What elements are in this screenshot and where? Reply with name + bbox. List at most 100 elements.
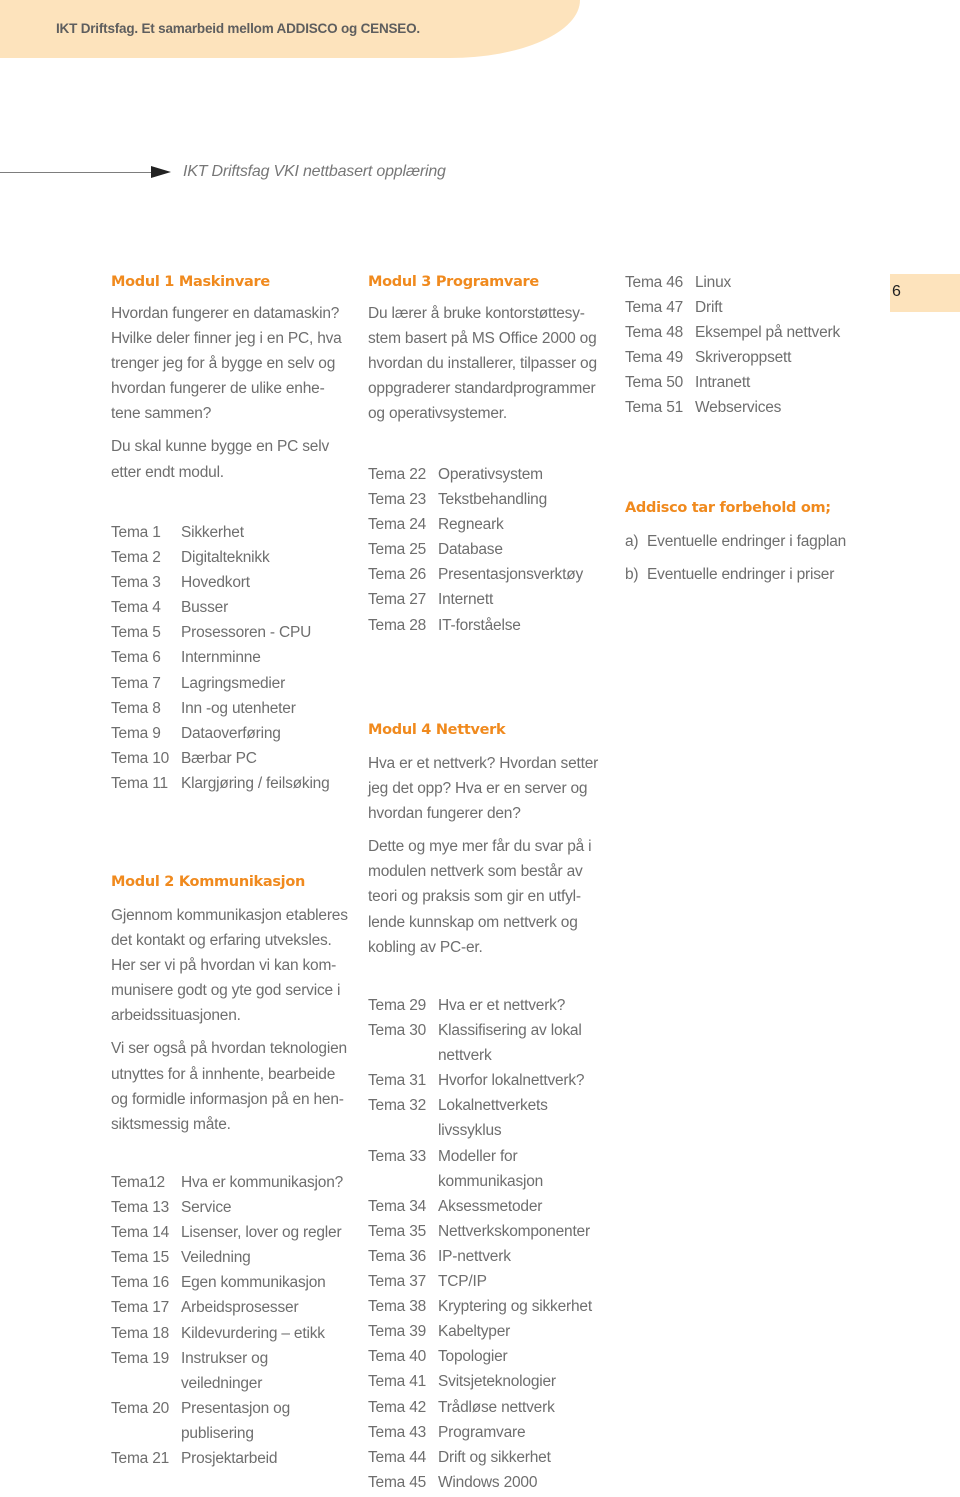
topic-item: Tema 11 Klargjøring / feilsøking (111, 771, 351, 796)
topic-number: Tema 1 (111, 524, 161, 541)
topic-title: Operativsystem (438, 466, 543, 483)
topic-title: Presentasjon og publisering (181, 1399, 291, 1442)
topic-item: Tema 42 Trådløse nettverk (368, 1395, 608, 1420)
topic-title: Dataoverføring (181, 724, 281, 742)
modul4-topic-list-cont: Tema 46 Linux Tema 47 Drift Tema 48 Eksempel … (625, 270, 875, 421)
topic-title: Busser (181, 599, 229, 617)
topic-title: Tekstbehandling (438, 491, 548, 509)
modul2-section: Modul 2 Kommunikasjon Gjennom kommunikas… (111, 870, 351, 1137)
topic-item: Tema 30 Klassifisering av lokal nettverk (368, 1018, 608, 1068)
topic-title: Inn -og utenheter (181, 699, 296, 717)
topic-item: Tema 27 Internett (368, 587, 608, 612)
topic-number: Tema 9 (111, 724, 161, 742)
topic-number: Tema 5 (111, 624, 161, 642)
topic-item: Tema 3 Hovedkort (111, 570, 351, 595)
topic-item: Tema 40 Topologier (368, 1344, 608, 1369)
disclaimer-item-marker: b) (625, 566, 639, 584)
topic-item: Tema 24 Regneark (368, 512, 608, 537)
topic-title: Internett (438, 591, 494, 609)
page-number: 6 (892, 283, 901, 300)
modul2-topic-list: Tema12 Hva er kommunikasjon? Tema 13 Servic… (111, 1170, 351, 1471)
topic-number: Tema 19 (111, 1349, 170, 1367)
topic-number: Tema 22 (368, 466, 427, 483)
modul2-title: Modul 2 Kommunikasjon (111, 874, 306, 890)
topic-title: Bærbar PC (181, 749, 257, 767)
topic-item: Tema 7 Lagringsmedier (111, 671, 351, 696)
topic-title: Digitalteknikk (181, 549, 270, 567)
topic-title: Aksessmetoder (438, 1197, 543, 1215)
topic-title: Klassifisering av lokal nettverk (438, 1022, 582, 1065)
modul3-intro: Du lærer å bruke kontorstøttesy-stem bas… (368, 305, 597, 423)
topic-item: Tema 14 Lisenser, lover og regler (111, 1220, 351, 1245)
topic-title: Database (438, 541, 503, 559)
topic-title: Kildevurdering – etikk (181, 1324, 325, 1342)
modul1-intro: Hvordan fungerer en datamaskin? Hvilke d… (111, 305, 342, 423)
topic-number: Tema 20 (111, 1399, 170, 1417)
topic-title: Eksempel på nettverk (695, 324, 841, 342)
topic-title: TCP/IP (438, 1273, 487, 1291)
topic-item: Tema 21 Prosjektarbeid (111, 1446, 351, 1471)
topic-item: Tema 29 Hva er et nettverk? (368, 993, 608, 1018)
topic-item: Tema 34 Aksessmetoder (368, 1194, 608, 1219)
topic-title: Service (181, 1199, 232, 1217)
topic-title: Linux (695, 274, 732, 291)
topic-title: Klargjøring / feilsøking (181, 774, 330, 792)
disclaimer-item: b) Eventuelle endringer i priser (625, 562, 885, 587)
topic-item: Tema 25 Database (368, 537, 608, 562)
topic-item: Tema 26 Presentasjonsverktøy (368, 562, 608, 587)
topic-item: Tema 47 Drift (625, 295, 875, 320)
topic-item: Tema 45 Windows 2000 (368, 1470, 608, 1495)
topic-title: Svitsjeteknologier (438, 1373, 556, 1391)
topic-title: Kryptering og sikkerhet (438, 1298, 592, 1316)
topic-title: Drift og sikkerhet (438, 1448, 551, 1466)
modul4-intro: Hva er et nettverk? Hvordan setter jeg d… (368, 755, 599, 823)
topic-number: Tema 18 (111, 1324, 170, 1342)
topic-item: Tema 19 Instrukser og veiledninger (111, 1346, 351, 1396)
topic-item: Tema 17 Arbeidsprosesser (111, 1295, 351, 1320)
topic-title: Egen kommunikasjon (181, 1274, 326, 1292)
topic-number: Tema 15 (111, 1249, 170, 1267)
topic-title: Trådløse nettverk (438, 1398, 555, 1416)
topic-item: Tema 6 Internminne (111, 645, 351, 670)
topic-title: Instrukser og veiledninger (181, 1349, 268, 1392)
topic-number: Tema 45 (368, 1473, 427, 1491)
topic-number: Tema 31 (368, 1072, 427, 1090)
topic-title: Hvorfor lokalnettverk? (438, 1072, 585, 1090)
topic-number: Tema 32 (368, 1097, 427, 1115)
topic-item: Tema 2 Digitalteknikk (111, 545, 351, 570)
modul4-title: Modul 4 Nettverk (368, 722, 506, 738)
topic-item: Tema 18 Kildevurdering – etikk (111, 1321, 351, 1346)
topic-number: Tema 41 (368, 1373, 427, 1391)
arrow-right-icon (151, 166, 171, 178)
topic-number: Tema 40 (368, 1348, 427, 1366)
topic-item: Tema 39 Kabeltyper (368, 1319, 608, 1344)
topic-number: Tema 16 (111, 1274, 170, 1292)
topic-number: Tema 51 (625, 399, 684, 417)
topic-title: Kabeltyper (438, 1323, 511, 1341)
topic-title: IP-nettverk (438, 1247, 511, 1265)
modul1-title: Modul 1 Maskinvare (111, 274, 270, 290)
topic-item: Tema 49 Skriveroppsett (625, 345, 875, 370)
topic-number: Tema 46 (625, 274, 684, 291)
topic-title: Veiledning (181, 1249, 251, 1267)
topic-title: Modeller for kommunikasjon (438, 1147, 544, 1190)
topic-title: Hva er et nettverk? (438, 997, 566, 1014)
topic-title: Topologier (438, 1348, 508, 1366)
modul3-section: Modul 3 Programvare Du lærer å bruke kon… (368, 270, 608, 426)
topic-title: Drift (695, 299, 723, 317)
topic-title: Lokalnettverkets livssyklus (438, 1097, 548, 1140)
topic-number: Tema 28 (368, 616, 427, 634)
topic-item: Tema 35 Nettverkskomponenter (368, 1219, 608, 1244)
topic-number: Tema 8 (111, 699, 161, 717)
disclaimer-item-text: Eventuelle endringer i priser (647, 566, 835, 584)
topic-number: Tema 33 (368, 1147, 427, 1165)
topic-title: Sikkerhet (181, 524, 244, 541)
topic-number: Tema 47 (625, 299, 684, 317)
topic-item: Tema 8 Inn -og utenheter (111, 696, 351, 721)
topic-number: Tema 7 (111, 674, 161, 692)
modul4-detail: Dette og mye mer får du svar på i module… (368, 838, 592, 956)
topic-number: Tema 42 (368, 1398, 427, 1416)
topic-item: Tema 23 Tekstbehandling (368, 487, 608, 512)
topic-item: Tema 22 Operativsystem (368, 462, 608, 487)
topic-number: Tema 25 (368, 541, 427, 559)
